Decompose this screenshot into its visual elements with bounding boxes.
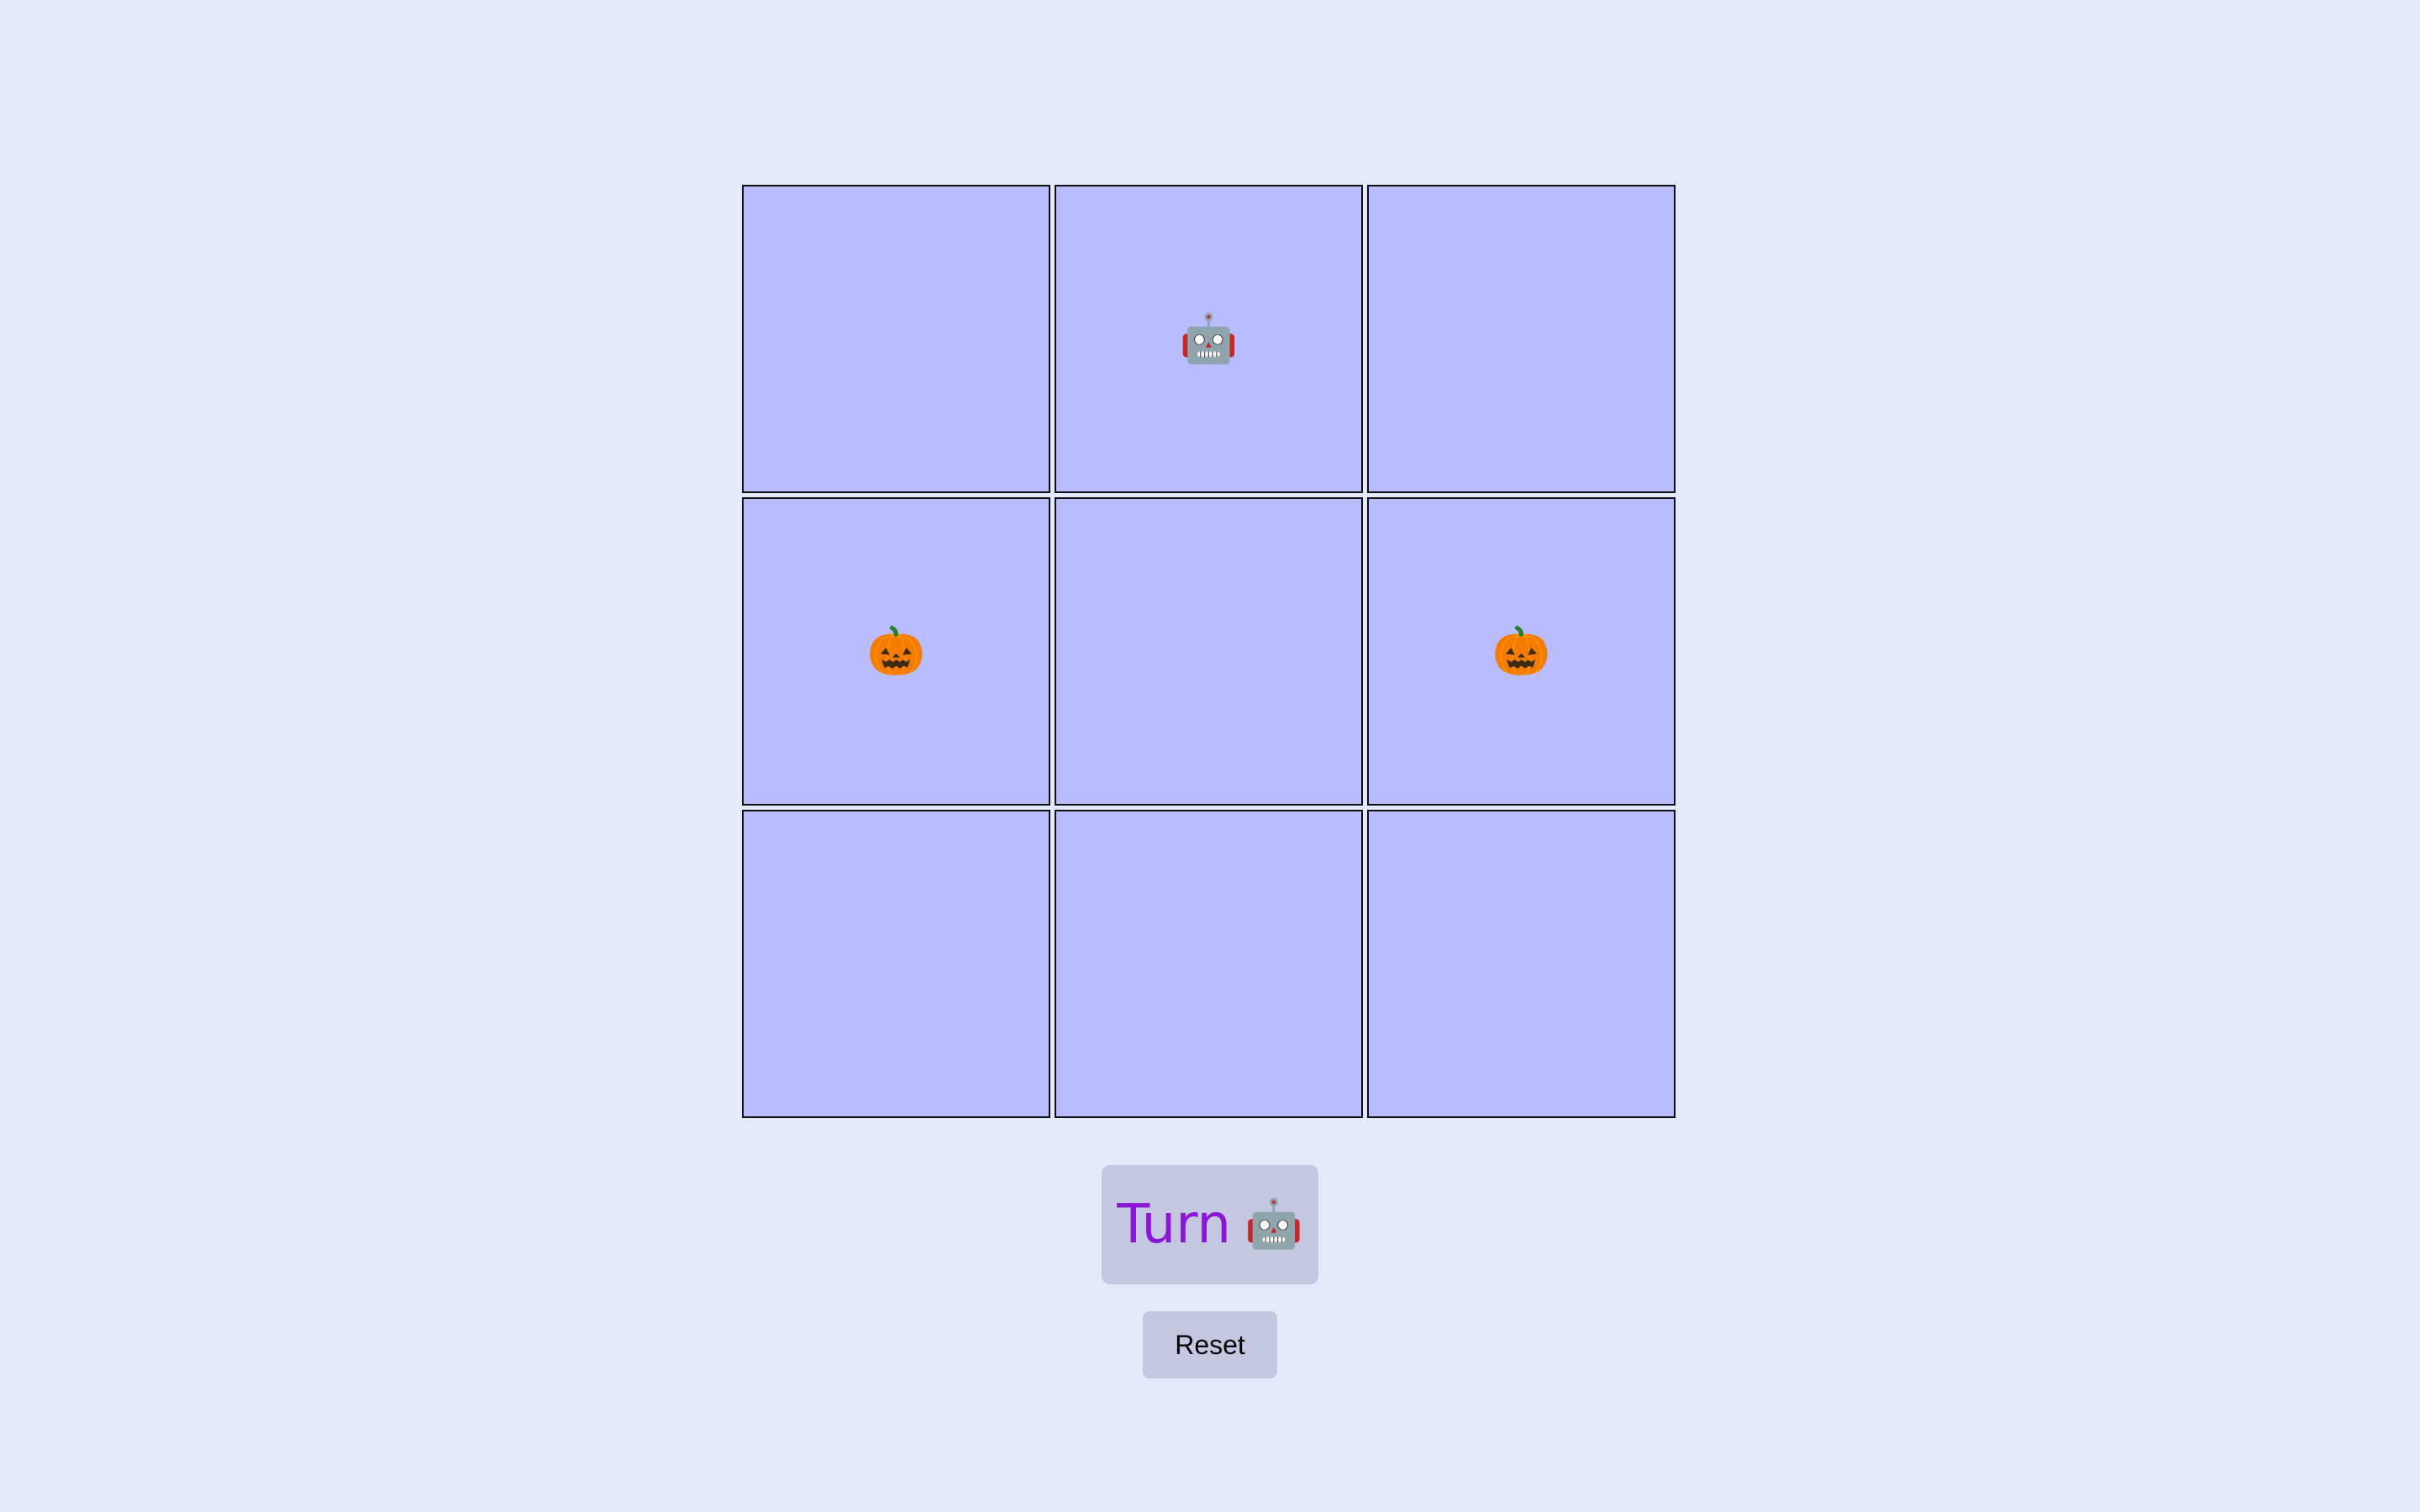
board-cell-1[interactable] <box>742 185 1050 493</box>
board-cell-4[interactable]: 🎃 <box>742 497 1050 806</box>
pumpkin-icon: 🎃 <box>1491 623 1551 679</box>
board-cell-5[interactable] <box>1055 497 1363 806</box>
board-cell-7[interactable] <box>742 810 1050 1118</box>
robot-icon: 🤖 <box>1179 311 1239 366</box>
turn-indicator: Turn 🤖 <box>1102 1165 1318 1284</box>
board-cell-2[interactable]: 🤖 <box>1055 185 1363 493</box>
robot-icon: 🤖 <box>1244 1197 1303 1252</box>
board-cell-6[interactable]: 🎃 <box>1367 497 1676 806</box>
board-cell-8[interactable] <box>1055 810 1363 1118</box>
turn-label: Turn <box>1117 1194 1231 1256</box>
pumpkin-icon: 🎃 <box>866 623 926 679</box>
reset-button[interactable]: Reset <box>1143 1311 1277 1378</box>
board-cell-3[interactable] <box>1367 185 1676 493</box>
game-board: 🤖 🎃 🎃 <box>742 185 1677 1120</box>
board-cell-9[interactable] <box>1367 810 1676 1118</box>
